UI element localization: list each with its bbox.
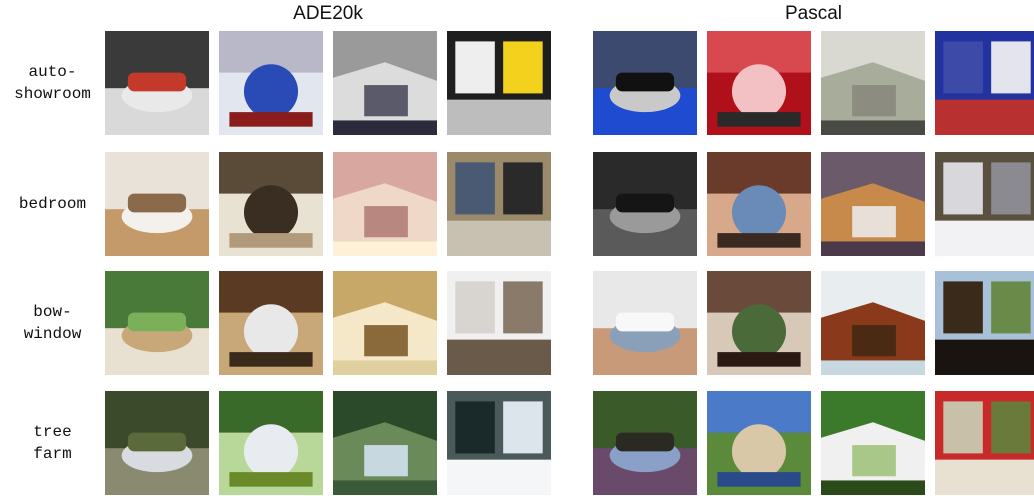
pascal-image-tile bbox=[821, 271, 925, 375]
ade20k-image-tile bbox=[219, 31, 323, 135]
ade20k-image-tile bbox=[333, 152, 437, 256]
ade20k-image-tile bbox=[333, 391, 437, 495]
group-title-ade20k: ADE20k bbox=[293, 3, 363, 24]
pascal-image-tile bbox=[593, 391, 697, 495]
ade20k-image-tile bbox=[447, 271, 551, 375]
pascal-image-tile bbox=[935, 31, 1034, 135]
ade20k-image-tile bbox=[447, 31, 551, 135]
pascal-image-tile bbox=[707, 391, 811, 495]
pascal-image-tile bbox=[707, 31, 811, 135]
row-label-text: bow- window bbox=[23, 303, 82, 343]
group-title-pascal: Pascal bbox=[784, 3, 843, 24]
row-label-text: tree farm bbox=[33, 423, 72, 463]
pascal-image-tile bbox=[593, 31, 697, 135]
ade20k-image-tile bbox=[447, 152, 551, 256]
pascal-image-tile bbox=[593, 271, 697, 375]
row-label-text: bedroom bbox=[18, 195, 87, 213]
pascal-image-tile bbox=[821, 152, 925, 256]
pascal-image-tile bbox=[821, 31, 925, 135]
ade20k-image-tile bbox=[333, 31, 437, 135]
pascal-image-tile bbox=[935, 152, 1034, 256]
ade20k-image-tile bbox=[333, 271, 437, 375]
pascal-image-tile bbox=[707, 271, 811, 375]
pascal-image-tile bbox=[935, 391, 1034, 495]
ade20k-image-tile bbox=[219, 391, 323, 495]
row-label: tree farm bbox=[0, 391, 105, 495]
ade20k-image-tile bbox=[105, 391, 209, 495]
ade20k-image-tile bbox=[105, 31, 209, 135]
row-label-text: auto- showroom bbox=[14, 63, 91, 103]
ade20k-image-tile bbox=[219, 271, 323, 375]
ade20k-image-tile bbox=[447, 391, 551, 495]
pascal-image-tile bbox=[707, 152, 811, 256]
ade20k-image-tile bbox=[219, 152, 323, 256]
pascal-image-tile bbox=[935, 271, 1034, 375]
pascal-image-tile bbox=[593, 152, 697, 256]
row-label: bow- window bbox=[0, 271, 105, 375]
row-label: bedroom bbox=[0, 152, 105, 256]
row-label: auto- showroom bbox=[0, 31, 105, 135]
ade20k-image-tile bbox=[105, 271, 209, 375]
pascal-image-tile bbox=[821, 391, 925, 495]
ade20k-image-tile bbox=[105, 152, 209, 256]
